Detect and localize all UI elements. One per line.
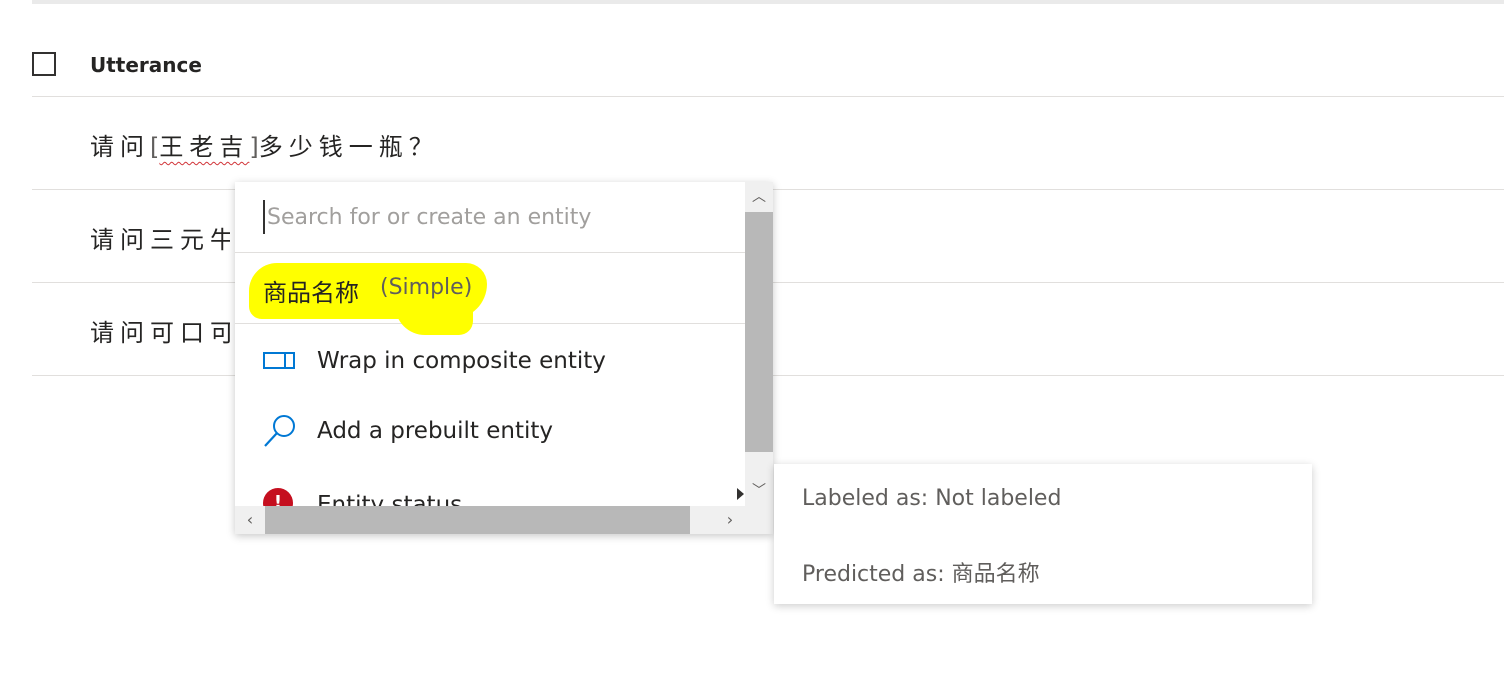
scroll-down-icon[interactable]: ﹀: [745, 476, 773, 506]
entity-status-item[interactable]: ! Entity status: [235, 460, 745, 506]
top-divider: [32, 0, 1504, 4]
scroll-left-icon[interactable]: ‹: [235, 506, 265, 534]
column-header-utterance: Utterance: [90, 53, 202, 77]
add-prebuilt-entity-item[interactable]: Add a prebuilt entity: [235, 394, 745, 464]
entity-status-panel: Labeled as: Not labeled Predicted as: 商品…: [774, 464, 1312, 604]
scroll-right-icon[interactable]: ›: [715, 506, 745, 534]
entity-picker-list: 商品名称 (Simple) Wrap in composite entity: [235, 182, 745, 506]
utterance-text: 请问[王老吉]多少钱一瓶？: [90, 127, 439, 162]
search-icon: [263, 414, 297, 448]
utterance-suffix: 多少钱一瓶？: [258, 133, 439, 161]
composite-box-icon: [263, 344, 297, 378]
table-header: Utterance: [32, 40, 1504, 97]
table-row[interactable]: 请问[王老吉]多少钱一瓶？: [32, 97, 1504, 190]
entity-picker-dropdown: 商品名称 (Simple) Wrap in composite entity: [235, 182, 773, 534]
select-all-checkbox[interactable]: [32, 52, 56, 76]
utterance-text: 请问可口可: [90, 313, 230, 348]
wrap-composite-entity-item[interactable]: Wrap in composite entity: [235, 324, 745, 394]
entity-option-name: 商品名称: [263, 279, 359, 307]
entity-search-input[interactable]: [263, 200, 727, 234]
add-prebuilt-entity-label: Add a prebuilt entity: [317, 418, 553, 444]
scroll-up-icon[interactable]: ︿: [745, 182, 773, 212]
utterance-labeling-page: Utterance 请问[王老吉]多少钱一瓶？ 请问三元牛 请问可口可 商品名称…: [0, 0, 1504, 686]
wrap-composite-entity-label: Wrap in composite entity: [317, 348, 606, 374]
entity-option-type: (Simple): [380, 275, 473, 300]
entity-search-box: [235, 182, 745, 253]
utterance-prefix: 请问: [90, 133, 150, 161]
entity-status-label: Entity status: [317, 492, 463, 506]
predicted-as-text: Predicted as: 商品名称: [802, 562, 1040, 587]
utterance-content: 请问可口可: [90, 319, 230, 347]
utterance-content: 请问三元牛: [90, 226, 230, 254]
vertical-scrollbar[interactable]: ︿ ﹀: [745, 182, 773, 506]
labeled-entity-token[interactable]: 王老吉: [159, 133, 249, 161]
vertical-scroll-thumb[interactable]: [745, 212, 773, 452]
horizontal-scrollbar[interactable]: ‹ ›: [235, 506, 745, 534]
error-icon: !: [263, 488, 293, 506]
utterance-text: 请问三元牛: [90, 220, 230, 255]
entity-bracket-open: [: [150, 133, 160, 161]
entity-bracket-close: ]: [249, 133, 259, 161]
entity-option[interactable]: 商品名称 (Simple): [235, 253, 745, 335]
submenu-arrow-icon: [737, 488, 744, 500]
labeled-as-text: Labeled as: Not labeled: [802, 486, 1062, 511]
scrollbar-corner: [745, 506, 773, 534]
horizontal-scroll-thumb[interactable]: [265, 506, 690, 534]
